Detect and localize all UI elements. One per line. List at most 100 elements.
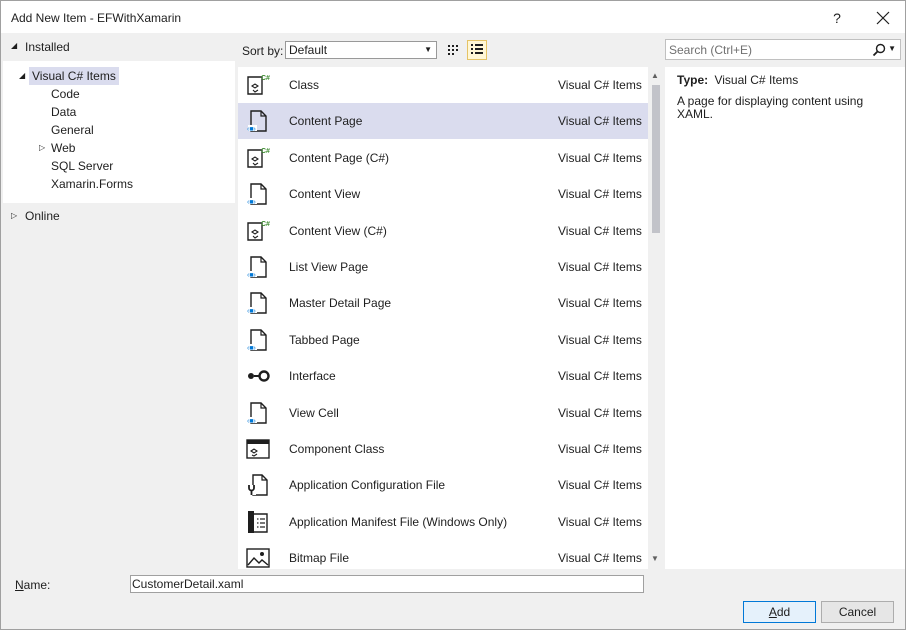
sort-toolbar: Sort by: Default ▼	[237, 35, 661, 65]
type-value: Visual C# Items	[714, 73, 799, 87]
tree-item-xamarin-forms[interactable]: Xamarin.Forms	[51, 175, 133, 193]
collapse-arrow-icon: ◢	[11, 41, 18, 50]
list-item[interactable]: Component Class Visual C# Items	[238, 431, 648, 467]
template-list-scrollbar[interactable]: ▲ ▼	[649, 67, 663, 569]
xaml-page-icon: ‹■›	[247, 329, 267, 352]
scroll-thumb[interactable]	[652, 85, 660, 233]
category-tree: ◢ Visual C# Items Code Data General ▷ We…	[3, 61, 235, 203]
list-item[interactable]: ‹■› Tabbed Page Visual C# Items	[238, 322, 648, 358]
close-button[interactable]	[871, 6, 895, 30]
template-categories-pane: ◢ Installed ◢ Visual C# Items Code Data …	[3, 35, 235, 565]
expanded-arrow-icon[interactable]: ◢	[19, 67, 25, 85]
type-label: Type:	[677, 73, 709, 87]
name-label: Name:	[15, 578, 50, 592]
bitmap-file-icon	[246, 548, 270, 568]
item-name: Bitmap File	[289, 551, 350, 566]
tree-item-visual-csharp-items[interactable]: Visual C# Items	[29, 67, 119, 85]
interface-icon	[248, 370, 270, 382]
svg-text:C#: C#	[261, 148, 270, 155]
help-button[interactable]: ?	[827, 8, 847, 28]
svg-text:‹■›: ‹■›	[247, 308, 257, 315]
item-category: Visual C# Items	[558, 223, 642, 238]
svg-text:C#: C#	[261, 221, 270, 228]
collapsed-arrow-icon[interactable]: ▷	[39, 139, 45, 157]
item-name: Interface	[289, 369, 336, 384]
dialog-title: Add New Item - EFWithXamarin	[11, 11, 182, 25]
list-item[interactable]: C# Content Page (C#) Visual C# Items	[238, 140, 648, 176]
online-label: Online	[25, 209, 60, 223]
list-item[interactable]: C# Class Visual C# Items	[238, 67, 648, 103]
name-field[interactable]	[130, 575, 644, 593]
list-item[interactable]: ‹■› List View Page Visual C# Items	[238, 249, 648, 285]
item-name: Application Configuration File	[289, 478, 446, 493]
item-name: Content Page (C#)	[289, 150, 390, 165]
search-icon[interactable]	[872, 43, 886, 57]
tree-item-code[interactable]: Code	[51, 85, 80, 103]
manifest-file-icon	[248, 510, 268, 533]
search-box: ▼	[665, 39, 901, 60]
item-name: Content View	[289, 187, 361, 202]
list-item[interactable]: Application Configuration File Visual C#…	[238, 467, 648, 503]
list-view-button[interactable]	[467, 40, 487, 60]
search-input[interactable]	[669, 41, 859, 58]
add-button[interactable]: Add	[743, 601, 816, 623]
chevron-down-icon: ▼	[424, 45, 432, 54]
sort-by-dropdown[interactable]: Default ▼	[285, 41, 437, 59]
item-description: A page for displaying content using XAML…	[677, 94, 864, 121]
add-label-rest: dd	[776, 605, 791, 619]
svg-text:C#: C#	[261, 75, 270, 82]
list-item[interactable]: ‹■› View Cell Visual C# Items	[238, 395, 648, 431]
scroll-down-icon[interactable]: ▼	[651, 554, 659, 563]
list-item[interactable]: Bitmap File Visual C# Items	[238, 540, 648, 569]
item-category: Visual C# Items	[558, 78, 642, 92]
csharp-class-icon: C#	[247, 75, 270, 95]
item-category: Visual C# Items	[558, 296, 642, 311]
csharp-class-icon: C#	[247, 221, 270, 241]
list-item[interactable]: ‹■› Content Page Visual C# Items	[238, 103, 648, 140]
item-category: Visual C# Items	[558, 260, 642, 274]
config-file-icon	[247, 474, 268, 497]
list-item[interactable]: C# Content View (C#) Visual C# Items	[238, 213, 648, 249]
item-name: Content Page	[289, 114, 363, 129]
item-name: Class	[289, 78, 320, 92]
list-item[interactable]: ‹■› Master Detail Page Visual C# Items	[238, 285, 648, 321]
installed-header[interactable]: ◢ Installed	[3, 35, 235, 59]
item-name: Component Class	[289, 442, 385, 456]
tree-item-general[interactable]: General	[51, 121, 94, 139]
list-item[interactable]: Application Manifest File (Windows Only)…	[238, 504, 648, 540]
medium-icons-view-button[interactable]	[443, 40, 463, 60]
list-item[interactable]: ‹■› Content View Visual C# Items	[238, 176, 648, 212]
svg-text:‹■›: ‹■›	[247, 199, 257, 206]
item-category: Visual C# Items	[558, 478, 642, 493]
chevron-down-icon[interactable]: ▼	[888, 44, 896, 53]
item-name: Master Detail Page	[289, 296, 392, 311]
item-category: Visual C# Items	[558, 514, 642, 529]
add-accelerator: A	[768, 605, 777, 619]
list-item[interactable]: Interface Visual C# Items	[238, 358, 648, 394]
title-bar: Add New Item - EFWithXamarin ?	[1, 1, 905, 33]
type-line: Type: Visual C# Items	[677, 73, 798, 87]
item-category: Visual C# Items	[558, 114, 642, 129]
item-category: Visual C# Items	[558, 442, 642, 456]
installed-label: Installed	[25, 40, 70, 54]
xaml-page-icon: ‹■›	[247, 401, 267, 425]
online-header[interactable]: ▷ Online	[3, 207, 235, 225]
grid-view-icon	[448, 45, 458, 55]
tree-item-web[interactable]: Web	[51, 139, 75, 157]
csharp-class-icon: C#	[247, 148, 270, 168]
item-category: Visual C# Items	[558, 405, 642, 420]
cancel-button[interactable]: Cancel	[821, 601, 894, 623]
item-name: Tabbed Page	[289, 332, 360, 347]
list-view-icon	[471, 44, 483, 54]
tree-item-sql-server[interactable]: SQL Server	[51, 157, 113, 175]
svg-text:‹■›: ‹■›	[247, 345, 257, 352]
sort-by-value: Default	[289, 43, 328, 57]
tree-item-data[interactable]: Data	[51, 103, 76, 121]
item-name: List View Page	[289, 260, 369, 274]
svg-text:‹■›: ‹■›	[247, 272, 257, 279]
close-icon	[876, 11, 890, 25]
add-new-item-dialog: Add New Item - EFWithXamarin ? ◢ Install…	[0, 0, 906, 630]
xaml-page-icon: ‹■›	[247, 256, 267, 279]
scroll-up-icon[interactable]: ▲	[651, 71, 659, 80]
item-name: View Cell	[289, 405, 339, 420]
